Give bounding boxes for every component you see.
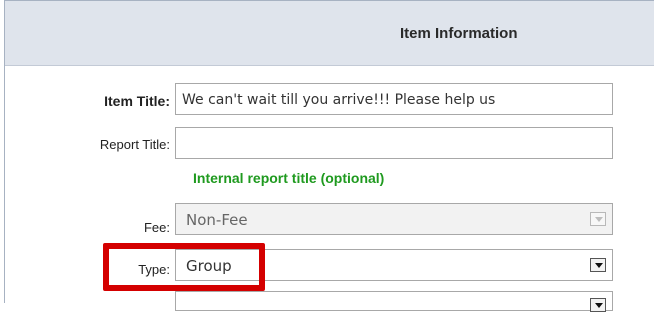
item-title-value: We can't wait till you arrive!!! Please … — [182, 92, 496, 108]
type-highlight-box — [103, 243, 265, 291]
fee-value: Non-Fee — [186, 211, 248, 229]
chevron-down-icon — [590, 212, 606, 226]
next-select[interactable] — [175, 291, 613, 312]
section-header: Item Information — [5, 1, 654, 66]
fee-label: Fee: — [143, 220, 170, 235]
fee-select: Non-Fee — [175, 203, 613, 235]
chevron-down-icon[interactable] — [590, 298, 606, 312]
item-title-input[interactable]: We can't wait till you arrive!!! Please … — [175, 83, 613, 115]
report-title-hint: Internal report title (optional) — [193, 170, 385, 186]
section-title: Item Information — [400, 25, 518, 42]
report-title-input[interactable] — [175, 127, 613, 159]
chevron-down-icon[interactable] — [590, 258, 606, 272]
report-title-label: Report Title: — [99, 137, 170, 152]
item-title-label: Item Title: — [104, 93, 170, 109]
